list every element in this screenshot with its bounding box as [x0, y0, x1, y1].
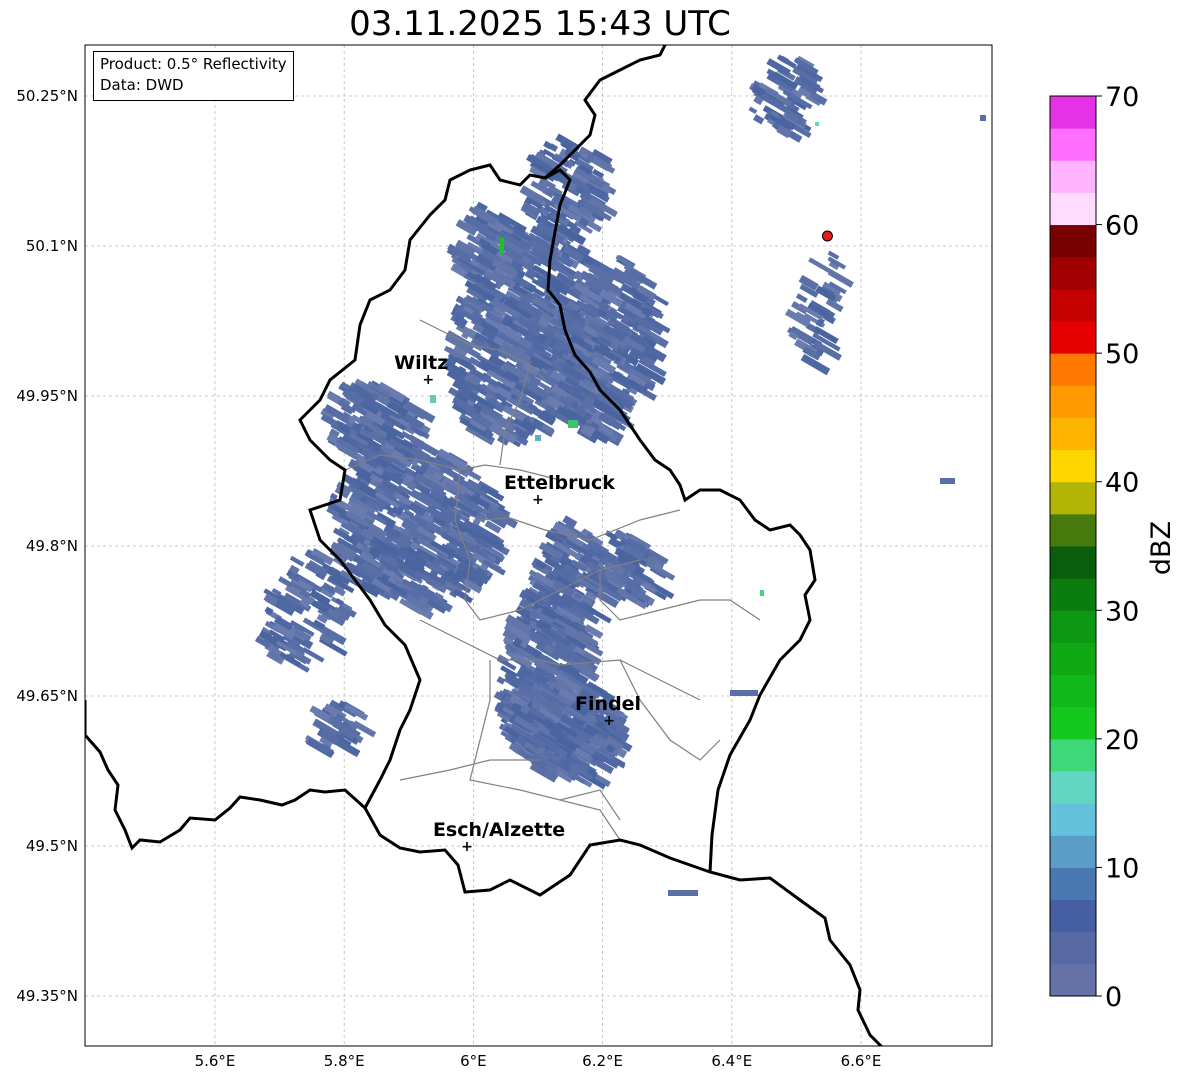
colorbar-segment — [1050, 513, 1096, 547]
echo-cell-strong — [500, 238, 504, 254]
longitude-ticks: 5.6°E 5.8°E 6°E 6.2°E 6.4°E 6.6°E — [195, 1052, 882, 1070]
colorbar-segment — [1050, 449, 1096, 483]
city-label: Ettelbruck — [504, 472, 615, 494]
radar-site-icon — [821, 230, 833, 242]
echo-cell — [748, 106, 758, 115]
colorbar-segment — [1050, 642, 1096, 676]
colorbar-segment — [1050, 578, 1096, 611]
colorbar-tick-label: 0 — [1105, 982, 1122, 1013]
city-marker-icon: + — [422, 372, 434, 388]
lat-tick-label: 49.5°N — [26, 837, 78, 855]
echo-cell-strong — [430, 395, 436, 403]
city-label: Wiltz — [394, 352, 448, 374]
echo-cell-strong — [815, 122, 819, 126]
lon-tick-label: 6.2°E — [582, 1052, 623, 1070]
colorbar-segment — [1050, 481, 1096, 515]
lon-tick-label: 6.6°E — [841, 1052, 882, 1070]
colorbar-tick-label: 20 — [1105, 725, 1139, 756]
echo-cell — [940, 478, 955, 484]
colorbar-segment — [1050, 835, 1096, 868]
lat-tick-label: 49.35°N — [16, 987, 78, 1005]
info-product: Product: 0.5° Reflectivity — [100, 55, 287, 73]
colorbar-segment — [1050, 160, 1096, 193]
city-label: Esch/Alzette — [433, 819, 565, 841]
echo-cell — [730, 690, 758, 696]
colorbar-segment — [1050, 224, 1096, 258]
colorbar-segment — [1050, 192, 1096, 226]
colorbar-tick-label: 30 — [1105, 596, 1139, 627]
lat-tick-label: 49.95°N — [16, 387, 78, 405]
colorbar-segment — [1050, 417, 1096, 451]
colorbar-tick-label: 10 — [1105, 853, 1139, 884]
colorbar-segment — [1050, 96, 1096, 129]
colorbar-segment — [1050, 771, 1096, 804]
colorbar — [1049, 95, 1097, 997]
colorbar-tick-label: 70 — [1105, 82, 1139, 113]
lon-tick-label: 6.4°E — [711, 1052, 752, 1070]
colorbar-tick-label: 60 — [1105, 211, 1139, 242]
echo-cell — [496, 676, 506, 685]
echo-cell-strong — [535, 435, 541, 441]
info-data-source: Data: DWD — [100, 76, 184, 94]
city-marker-icon: + — [461, 839, 473, 855]
colorbar-segment — [1050, 706, 1096, 740]
city-esch-alzette: +Esch/Alzette — [433, 819, 565, 855]
colorbar-segment — [1050, 899, 1096, 933]
city-marker-icon: + — [532, 492, 544, 508]
latitude-ticks: 50.25°N 50.1°N 49.95°N 49.8°N 49.65°N 49.5°N 4… — [16, 87, 78, 1005]
colorbar-segment — [1050, 610, 1096, 643]
radar-echoes — [254, 54, 986, 896]
colorbar-tick-label: 40 — [1105, 468, 1139, 499]
lon-tick-label: 5.8°E — [324, 1052, 365, 1070]
echo-cell — [795, 293, 808, 303]
lon-tick-label: 5.6°E — [195, 1052, 236, 1070]
lat-tick-label: 50.1°N — [26, 237, 78, 255]
colorbar-segment — [1050, 867, 1096, 901]
lon-tick-label: 6°E — [460, 1052, 487, 1070]
colorbar-tick-label: 50 — [1105, 339, 1139, 370]
lat-tick-label: 49.8°N — [26, 537, 78, 555]
colorbar-segment — [1050, 931, 1096, 965]
colorbar-segment — [1050, 256, 1096, 290]
info-box: Product: 0.5° Reflectivity Data: DWD — [93, 51, 294, 101]
city-marker-icon: + — [603, 713, 615, 729]
echo-cell-strong — [568, 420, 578, 428]
city-ettelbruck: +Ettelbruck — [504, 472, 615, 508]
echo-cell — [980, 115, 986, 121]
colorbar-segment — [1050, 385, 1096, 418]
colorbar-segment — [1050, 738, 1096, 772]
colorbar-segment — [1050, 288, 1096, 322]
city-wiltz: +Wiltz — [394, 352, 448, 388]
lat-tick-label: 50.25°N — [16, 87, 78, 105]
colorbar-segment — [1050, 803, 1096, 836]
echo-cell-strong — [760, 590, 764, 596]
colorbar-segment — [1050, 353, 1096, 386]
lat-tick-label: 49.65°N — [16, 687, 78, 705]
echo-cell — [752, 114, 765, 125]
colorbar-segment — [1050, 321, 1096, 354]
colorbar-segment — [1050, 674, 1096, 708]
radar-map: +Wiltz+Ettelbruck+Findel+Esch/Alzette 5.… — [16, 44, 1177, 1070]
colorbar-segment — [1050, 963, 1096, 997]
echo-cell — [668, 890, 698, 896]
colorbar-segment — [1050, 128, 1096, 161]
colorbar-label: dBZ — [1146, 521, 1177, 575]
colorbar-segment — [1050, 546, 1096, 579]
city-label: Findel — [575, 693, 641, 715]
colorbar-ticks: 0 10 20 30 40 50 60 70 — [1096, 82, 1139, 1013]
radar-site-marker — [821, 230, 833, 242]
